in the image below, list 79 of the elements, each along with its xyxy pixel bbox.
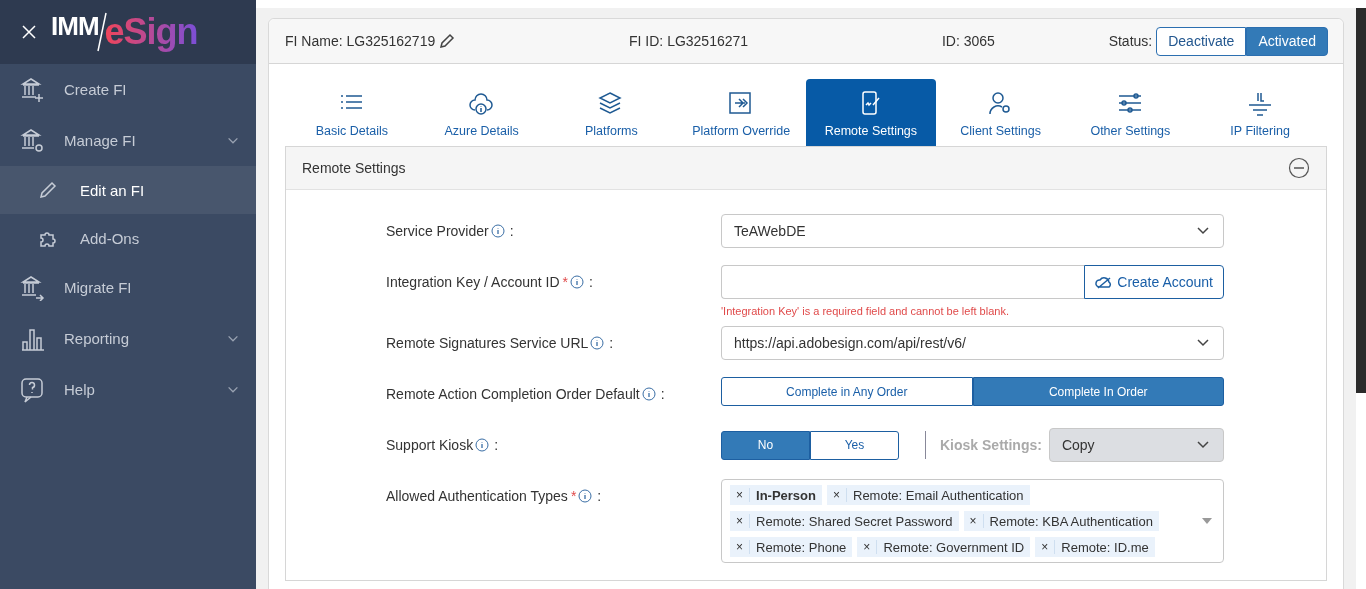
- tab[interactable]: Azure Details: [416, 79, 547, 146]
- dropdown[interactable]: https://api.adobesign.com/api/rest/v6/: [721, 326, 1224, 360]
- close-icon: [21, 24, 37, 40]
- field-label: Service Provider: [386, 223, 489, 239]
- info-icon: [578, 489, 593, 503]
- colon: :: [660, 386, 665, 402]
- sidebar-item[interactable]: Reporting: [0, 313, 256, 364]
- fi-id: FI ID: LG32516271: [629, 33, 749, 49]
- slash-icon: [96, 12, 107, 52]
- fi-name: FI Name: LG325162719: [285, 33, 436, 49]
- multi-select-field[interactable]: × In-Person × Remote: Email Authentication × Remote: Shared Secret Password × Remote: KBA Authentication × Remote: Phone × Remote: Government ID × Remote: ID.me: [721, 479, 1224, 563]
- tab[interactable]: Other Settings: [1065, 79, 1196, 146]
- tag: × Remote: Phone: [730, 537, 853, 557]
- pencil-icon: [38, 180, 58, 200]
- status-toggle[interactable]: Deactivate: [1156, 26, 1247, 56]
- sidebar-item[interactable]: Help: [0, 364, 256, 415]
- error-message: 'Integration Key' is a required field and cannot be left blank.: [721, 305, 1009, 317]
- tag: × In-Person: [730, 485, 822, 505]
- tab[interactable]: Platform Override: [676, 79, 806, 146]
- dropdown[interactable]: TeAWebDE: [721, 214, 1224, 248]
- help-icon: [20, 376, 46, 403]
- toggle-option[interactable]: Yes: [810, 430, 899, 460]
- remove-tag-button[interactable]: ×: [730, 514, 750, 528]
- bank-arrow-icon: [20, 274, 46, 301]
- tag: × Remote: Shared Secret Password: [730, 511, 959, 531]
- info-icon: [570, 275, 584, 289]
- remove-tag-button[interactable]: ×: [857, 540, 878, 554]
- colon: :: [509, 223, 514, 239]
- info-icon: [641, 387, 656, 401]
- scrollbar[interactable]: [1356, 8, 1366, 393]
- fi-number: ID: 3065: [941, 33, 995, 49]
- sidebar-item[interactable]: Migrate FI: [0, 262, 256, 313]
- field-label: Allowed Authentication Types: [386, 488, 568, 504]
- tag: × Remote: ID.me: [1035, 537, 1155, 557]
- tab[interactable]: Basic Details: [287, 79, 417, 146]
- create-account-button[interactable]: Create Account: [1084, 265, 1224, 299]
- remove-tag-button[interactable]: ×: [730, 540, 750, 554]
- sidebar-item[interactable]: Create FI: [0, 64, 256, 115]
- cloud-icon: [1095, 275, 1114, 289]
- colon: :: [609, 335, 614, 351]
- kiosk-settings-label: Kiosk Settings:: [940, 437, 1042, 453]
- panel-title: Remote Settings: [302, 160, 406, 176]
- colon: :: [589, 274, 593, 290]
- remove-tag-button[interactable]: ×: [963, 514, 984, 528]
- tab[interactable]: Platforms: [546, 79, 677, 146]
- info-icon: [490, 224, 505, 238]
- required-asterisk: *: [570, 488, 577, 504]
- pencil-icon: [439, 33, 456, 49]
- tag: × Remote: Email Authentication: [827, 485, 1030, 505]
- info-icon: [475, 438, 490, 452]
- required-asterisk: *: [562, 274, 568, 290]
- dropdown-arrow-icon: [1201, 517, 1213, 525]
- tab[interactable]: Remote Settings: [806, 79, 936, 146]
- info-icon: [590, 336, 605, 350]
- status-label: Status:: [1108, 33, 1153, 49]
- remove-tag-button[interactable]: ×: [730, 488, 750, 502]
- field-label: Remote Signatures Service URL: [386, 335, 589, 351]
- tab[interactable]: Client Settings: [935, 79, 1066, 146]
- bank-plus-icon: [20, 76, 46, 103]
- sidebar-subitem[interactable]: Edit an FI: [0, 166, 256, 214]
- remove-tag-button[interactable]: ×: [827, 488, 847, 502]
- tab[interactable]: IP Filtering: [1195, 79, 1325, 146]
- cloud-info-icon: [467, 90, 496, 118]
- input-field[interactable]: [721, 265, 1085, 299]
- toggle-option[interactable]: Complete In Order: [972, 377, 1224, 406]
- colon: :: [597, 488, 602, 504]
- toggle-option[interactable]: Complete in Any Order: [721, 377, 973, 406]
- status-toggle[interactable]: Activated: [1246, 26, 1328, 56]
- sidebar-item[interactable]: Manage FI: [0, 115, 256, 166]
- field-label: Support Kiosk: [386, 437, 474, 453]
- remove-tag-button[interactable]: ×: [1035, 540, 1056, 554]
- tag: × Remote: KBA Authentication: [963, 511, 1159, 531]
- toggle-option[interactable]: No: [721, 430, 810, 460]
- tag: × Remote: Government ID: [857, 537, 1031, 557]
- collapse-icon[interactable]: [1288, 157, 1310, 179]
- field-label: Remote Action Completion Order Default: [386, 386, 640, 402]
- field-label: Integration Key / Account ID: [386, 274, 560, 290]
- colon: :: [494, 437, 499, 453]
- sidebar-subitem[interactable]: Add-Ons: [0, 214, 256, 262]
